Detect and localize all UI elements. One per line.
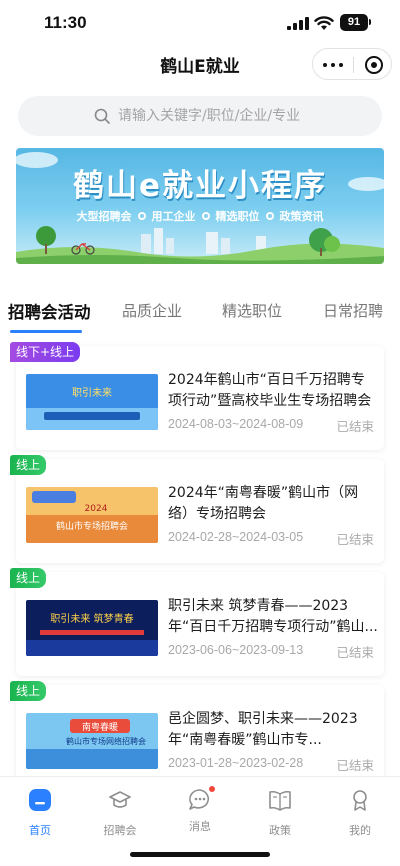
event-card[interactable]: 线上 职引未来 筑梦青春 职引未来 筑梦青春——2023年“百日千万招聘专项行动… bbox=[10, 568, 384, 676]
event-thumbnail: 南粤春暖 鹤山市专场网络招聘会 bbox=[26, 713, 158, 769]
event-status: 已结束 bbox=[336, 645, 374, 660]
search-input[interactable] bbox=[118, 105, 358, 127]
svg-text:鹤山市专场招聘会: 鹤山市专场招聘会 bbox=[56, 520, 128, 532]
event-mode-badge: 线上 bbox=[10, 681, 47, 701]
ring-icon bbox=[201, 212, 210, 220]
promo-banner[interactable]: 鹤山e就业小程序 大型招聘会 用工企业 精选职位 政策资讯 bbox=[16, 148, 384, 264]
event-status: 已结束 bbox=[336, 758, 374, 773]
svg-text:南粤春暖: 南粤春暖 bbox=[82, 721, 118, 733]
event-title: 2024年“南粤春暖”鹤山市（网络）专场招聘会 bbox=[168, 485, 359, 522]
event-status: 已结束 bbox=[336, 419, 374, 434]
ring-icon bbox=[265, 212, 274, 220]
svg-text:职引未来: 职引未来 bbox=[72, 387, 112, 399]
event-title: 2024年鹤山市“百日千万招聘专项行动”暨高校毕业生专场招聘会 bbox=[168, 372, 372, 409]
signal-icon bbox=[287, 17, 309, 30]
home-indicator bbox=[130, 852, 270, 857]
capsule-divider bbox=[353, 57, 354, 73]
event-card[interactable]: 线上 南粤春暖 鹤山市专场网络招聘会 邑企圆梦、职引未来——2023 年“南粤春… bbox=[10, 681, 384, 789]
event-title: 邑企圆梦、职引未来——2023 年“南粤春暖”鹤山市专... bbox=[168, 711, 358, 748]
battery-indicator: 91 bbox=[340, 14, 368, 31]
battery-tip bbox=[369, 19, 371, 25]
category-tabs: 招聘会活动 品质企业 精选职位 日常招聘 bbox=[0, 300, 400, 334]
user-icon bbox=[353, 790, 367, 811]
nav-label: 政策 bbox=[269, 824, 291, 837]
nav-policy[interactable]: 政策 bbox=[250, 787, 310, 838]
event-mode-badge: 线上 bbox=[10, 568, 47, 588]
event-date: 2023-01-28~2023-02-28 bbox=[168, 756, 304, 770]
event-thumbnail: 职引未来 筑梦青春 bbox=[26, 600, 158, 656]
event-thumbnail: 职引未来 bbox=[26, 374, 158, 430]
status-bar: 11:30 91 bbox=[0, 0, 400, 46]
book-icon bbox=[269, 790, 291, 811]
nav-label: 招聘会 bbox=[103, 824, 137, 837]
nav-profile[interactable]: 我的 bbox=[330, 787, 390, 838]
wifi-icon bbox=[314, 16, 334, 30]
svg-text:职引未来 筑梦青春: 职引未来 筑梦青春 bbox=[50, 612, 133, 625]
tab-quality-companies[interactable]: 品质企业 bbox=[122, 300, 182, 321]
search-icon bbox=[94, 108, 110, 124]
tab-job-fairs[interactable]: 招聘会活动 bbox=[8, 299, 91, 323]
target-circle-icon[interactable] bbox=[365, 56, 383, 74]
nav-label: 我的 bbox=[349, 824, 371, 837]
nav-home[interactable]: 首页 bbox=[10, 787, 70, 838]
banner-tag: 大型招聘会 bbox=[76, 210, 132, 223]
event-status: 已结束 bbox=[336, 532, 374, 547]
event-title: 职引未来 筑梦青春——2023年“百日千万招聘专项行动”鹤山... bbox=[168, 598, 378, 635]
banner-tag: 用工企业 bbox=[151, 210, 196, 223]
mini-program-capsule bbox=[312, 48, 392, 80]
svg-text:鹤山市专场网络招聘会: 鹤山市专场网络招聘会 bbox=[66, 736, 146, 746]
event-mode-badge: 线上 bbox=[10, 455, 47, 475]
home-icon bbox=[29, 789, 51, 811]
nav-job-fair[interactable]: 招聘会 bbox=[90, 787, 150, 838]
event-date: 2023-06-06~2023-09-13 bbox=[168, 643, 304, 657]
tab-selected-jobs[interactable]: 精选职位 bbox=[222, 300, 282, 321]
graduation-cap-icon bbox=[109, 791, 131, 808]
banner-tags: 大型招聘会 用工企业 精选职位 政策资讯 bbox=[16, 208, 384, 224]
event-mode-badge: 线下+线上 bbox=[10, 342, 81, 362]
event-date: 2024-02-28~2024-03-05 bbox=[168, 530, 304, 544]
event-thumbnail: 2024 鹤山市专场招聘会 bbox=[26, 487, 158, 543]
banner-tag: 精选职位 bbox=[215, 210, 260, 223]
event-card[interactable]: 线下+线上 职引未来 2024年鹤山市“百日千万招聘专项行动”暨高校毕业生专场招… bbox=[10, 342, 384, 450]
event-date: 2024-08-03~2024-08-09 bbox=[168, 417, 304, 431]
tab-daily-recruitment[interactable]: 日常招聘 bbox=[323, 300, 383, 321]
svg-text:2024: 2024 bbox=[85, 504, 108, 514]
tab-underline bbox=[10, 330, 82, 333]
unread-dot bbox=[209, 786, 215, 792]
message-icon bbox=[187, 786, 215, 813]
search-bar[interactable] bbox=[18, 96, 382, 136]
ring-icon bbox=[137, 212, 146, 220]
banner-tag: 政策资讯 bbox=[279, 210, 324, 223]
event-card[interactable]: 线上 2024 鹤山市专场招聘会 2024年“南粤春暖”鹤山市（网络）专场招聘会… bbox=[10, 455, 384, 563]
nav-messages[interactable]: 消息 bbox=[170, 786, 230, 834]
more-dots-icon[interactable] bbox=[323, 63, 343, 67]
status-time: 11:30 bbox=[44, 13, 87, 32]
nav-label: 消息 bbox=[189, 820, 211, 833]
nav-label: 首页 bbox=[29, 824, 51, 837]
banner-title: 鹤山e就业小程序 bbox=[72, 168, 328, 204]
